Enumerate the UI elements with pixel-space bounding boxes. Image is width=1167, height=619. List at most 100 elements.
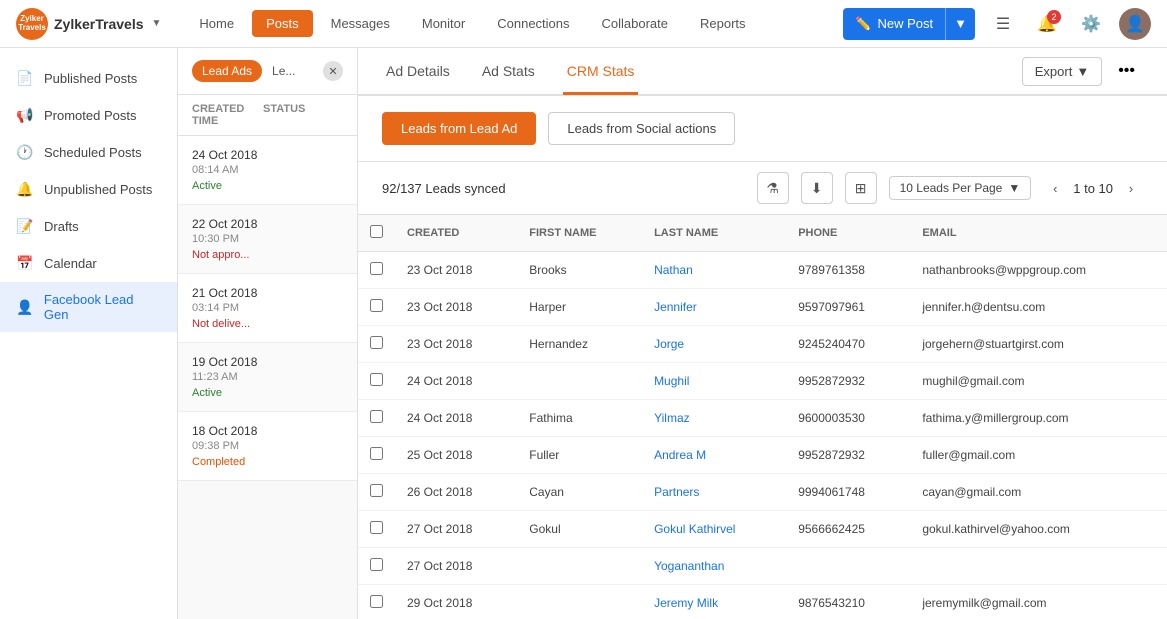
table-row: 29 Oct 2018 Jeremy Milk 9876543210 jerem… bbox=[358, 585, 1167, 619]
cell-last-name[interactable]: Jorge bbox=[642, 326, 786, 363]
row-checkbox-6[interactable] bbox=[370, 484, 383, 497]
tab-actions: Export ▼ ••• bbox=[1022, 57, 1143, 86]
row-checkbox-5[interactable] bbox=[370, 447, 383, 460]
tab-lead-ads[interactable]: Lead Ads bbox=[192, 60, 262, 82]
next-page-button[interactable]: › bbox=[1119, 176, 1143, 200]
cell-first-name: Gokul bbox=[517, 511, 642, 548]
prev-page-button[interactable]: ‹ bbox=[1043, 176, 1067, 200]
sidebar-item-promoted-posts[interactable]: 📢 Promoted Posts bbox=[0, 97, 177, 134]
close-button[interactable]: ✕ bbox=[323, 61, 343, 81]
sidebar-item-published-posts[interactable]: 📄 Published Posts bbox=[0, 60, 177, 97]
sidebar-item-unpublished-posts[interactable]: 🔔 Unpublished Posts bbox=[0, 171, 177, 208]
post-list: 24 Oct 2018 08:14 AM Active 22 Oct 2018 … bbox=[178, 136, 357, 481]
cell-email: jennifer.h@dentsu.com bbox=[910, 289, 1167, 326]
tab-le[interactable]: Le... bbox=[262, 60, 305, 82]
notifications-icon[interactable]: 🔔 2 bbox=[1031, 8, 1063, 40]
cell-last-name[interactable]: Mughil bbox=[642, 363, 786, 400]
center-panel-header: Lead Ads Le... ✕ bbox=[178, 48, 357, 95]
row-checkbox-4[interactable] bbox=[370, 410, 383, 423]
notification-count: 2 bbox=[1047, 10, 1061, 24]
settings-icon[interactable]: ⚙️ bbox=[1075, 8, 1107, 40]
select-all-checkbox[interactable] bbox=[370, 225, 383, 238]
row-checkbox-8[interactable] bbox=[370, 558, 383, 571]
last-name-link[interactable]: Jorge bbox=[654, 337, 684, 351]
export-button[interactable]: Export ▼ bbox=[1022, 57, 1102, 86]
cell-first-name: Fuller bbox=[517, 437, 642, 474]
last-name-link[interactable]: Mughil bbox=[654, 374, 689, 388]
leads-from-lead-ad-button[interactable]: Leads from Lead Ad bbox=[382, 112, 536, 145]
col-created: CREATED bbox=[395, 215, 517, 252]
cell-first-name bbox=[517, 585, 642, 619]
nav-collaborate[interactable]: Collaborate bbox=[588, 10, 683, 37]
nav-home[interactable]: Home bbox=[185, 10, 248, 37]
last-name-link[interactable]: Jennifer bbox=[654, 300, 697, 314]
leads-from-social-actions-button[interactable]: Leads from Social actions bbox=[548, 112, 735, 145]
nav-connections[interactable]: Connections bbox=[483, 10, 583, 37]
new-post-button[interactable]: ✏️ New Post ▼ bbox=[843, 8, 975, 40]
cell-created: 27 Oct 2018 bbox=[395, 511, 517, 548]
row-checkbox-3[interactable] bbox=[370, 373, 383, 386]
tab-crm-stats[interactable]: CRM Stats bbox=[563, 49, 639, 95]
download-icon[interactable]: ⬇ bbox=[801, 172, 833, 204]
calendar-icon: 📅 bbox=[16, 255, 34, 272]
per-page-select[interactable]: 10 Leads Per Page ▼ bbox=[889, 176, 1032, 200]
menu-icon[interactable]: ☰ bbox=[987, 8, 1019, 40]
table-row: 23 Oct 2018 Harper Jennifer 9597097961 j… bbox=[358, 289, 1167, 326]
cell-last-name[interactable]: Nathan bbox=[642, 252, 786, 289]
post-item[interactable]: 18 Oct 2018 09:38 PM Completed bbox=[178, 412, 357, 481]
row-checkbox-0[interactable] bbox=[370, 262, 383, 275]
post-item[interactable]: 21 Oct 2018 03:14 PM Not delive... bbox=[178, 274, 357, 343]
logo-area[interactable]: ZyikerTravels ZylkerTravels ▼ bbox=[16, 8, 161, 40]
table-row: 26 Oct 2018 Cayan Partners 9994061748 ca… bbox=[358, 474, 1167, 511]
last-name-link[interactable]: Jeremy Milk bbox=[654, 596, 718, 610]
row-checkbox-1[interactable] bbox=[370, 299, 383, 312]
tab-ad-stats[interactable]: Ad Stats bbox=[478, 49, 539, 95]
post-time: 03:14 PM bbox=[192, 302, 343, 314]
sidebar-item-drafts[interactable]: 📝 Drafts bbox=[0, 208, 177, 245]
cell-phone: 9600003530 bbox=[786, 400, 910, 437]
cell-last-name[interactable]: Andrea M bbox=[642, 437, 786, 474]
post-item[interactable]: 19 Oct 2018 11:23 AM Active bbox=[178, 343, 357, 412]
nav-monitor[interactable]: Monitor bbox=[408, 10, 479, 37]
post-item[interactable]: 24 Oct 2018 08:14 AM Active bbox=[178, 136, 357, 205]
cell-last-name[interactable]: Gokul Kathirvel bbox=[642, 511, 786, 548]
row-checkbox-7[interactable] bbox=[370, 521, 383, 534]
col-header-status: STATUS bbox=[263, 103, 343, 127]
avatar[interactable]: 👤 bbox=[1119, 8, 1151, 40]
cell-phone: 9876543210 bbox=[786, 585, 910, 619]
last-name-link[interactable]: Nathan bbox=[654, 263, 693, 277]
tab-ad-details[interactable]: Ad Details bbox=[382, 49, 454, 95]
sidebar-item-scheduled-posts[interactable]: 🕐 Scheduled Posts bbox=[0, 134, 177, 171]
cell-last-name[interactable]: Yogananthan bbox=[642, 548, 786, 585]
cell-phone: 9245240470 bbox=[786, 326, 910, 363]
cell-last-name[interactable]: Jeremy Milk bbox=[642, 585, 786, 619]
last-name-link[interactable]: Yogananthan bbox=[654, 559, 724, 573]
cell-last-name[interactable]: Jennifer bbox=[642, 289, 786, 326]
nav-reports[interactable]: Reports bbox=[686, 10, 760, 37]
grid-view-icon[interactable]: ⊞ bbox=[845, 172, 877, 204]
nav-posts[interactable]: Posts bbox=[252, 10, 313, 37]
sidebar-item-facebook-lead-gen[interactable]: 👤 Facebook Lead Gen bbox=[0, 282, 177, 332]
last-name-link[interactable]: Gokul Kathirvel bbox=[654, 522, 735, 536]
last-name-link[interactable]: Yilmaz bbox=[654, 411, 690, 425]
filter-icon[interactable]: ⚗ bbox=[757, 172, 789, 204]
row-checkbox-2[interactable] bbox=[370, 336, 383, 349]
last-name-link[interactable]: Andrea M bbox=[654, 448, 706, 462]
more-options-button[interactable]: ••• bbox=[1110, 58, 1143, 84]
pencil-icon: ✏️ bbox=[855, 16, 871, 32]
row-checkbox-9[interactable] bbox=[370, 595, 383, 608]
cell-email: jorgehern@stuartgirst.com bbox=[910, 326, 1167, 363]
sidebar-label-scheduled: Scheduled Posts bbox=[44, 145, 142, 160]
cell-created: 25 Oct 2018 bbox=[395, 437, 517, 474]
last-name-link[interactable]: Partners bbox=[654, 485, 699, 499]
cell-last-name[interactable]: Yilmaz bbox=[642, 400, 786, 437]
cell-first-name: Harper bbox=[517, 289, 642, 326]
post-item[interactable]: 22 Oct 2018 10:30 PM Not appro... bbox=[178, 205, 357, 274]
cell-last-name[interactable]: Partners bbox=[642, 474, 786, 511]
sidebar-item-calendar[interactable]: 📅 Calendar bbox=[0, 245, 177, 282]
cell-first-name bbox=[517, 363, 642, 400]
post-time: 10:30 PM bbox=[192, 233, 343, 245]
nav-messages[interactable]: Messages bbox=[317, 10, 404, 37]
new-post-arrow-icon[interactable]: ▼ bbox=[945, 8, 975, 40]
pagination: ‹ 1 to 10 › bbox=[1043, 176, 1143, 200]
